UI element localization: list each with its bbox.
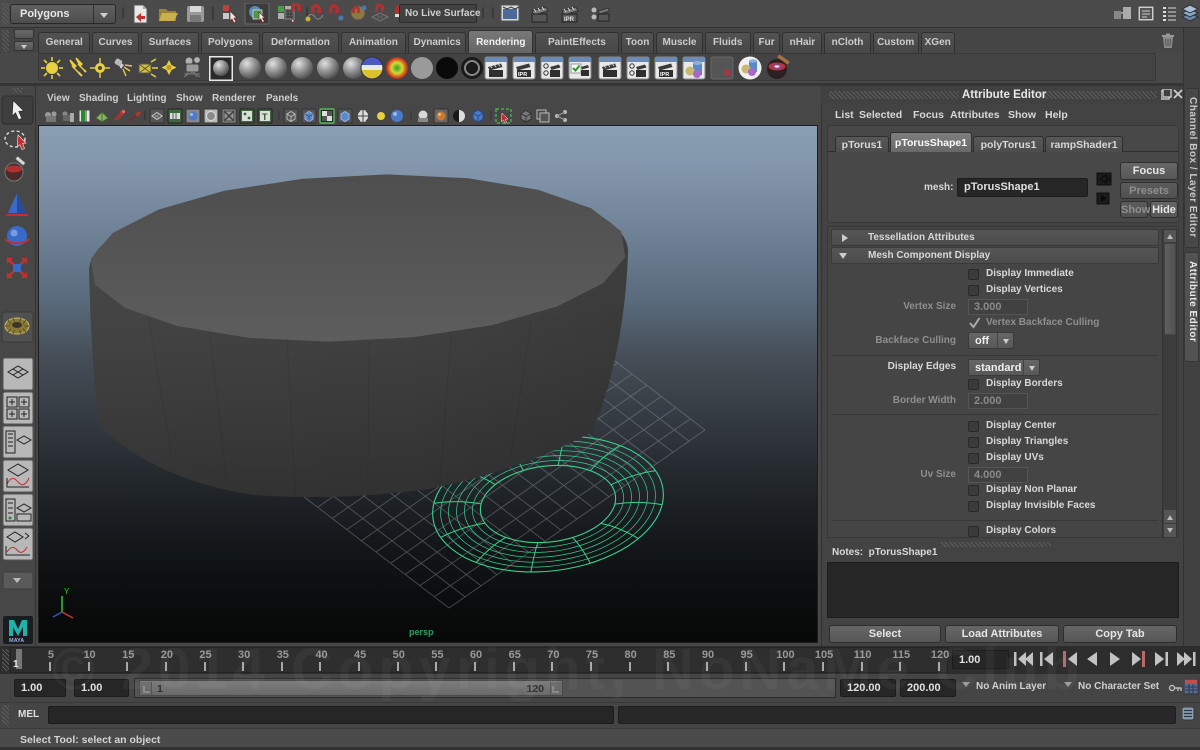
svg-text:IPR: IPR [564,17,575,23]
svg-text:Y: Y [64,587,70,596]
svg-text:IPR: IPR [660,72,669,78]
svg-text:MAYA: MAYA [9,638,24,644]
svg-text:IPR: IPR [518,72,527,78]
svg-text:T: T [262,112,268,122]
